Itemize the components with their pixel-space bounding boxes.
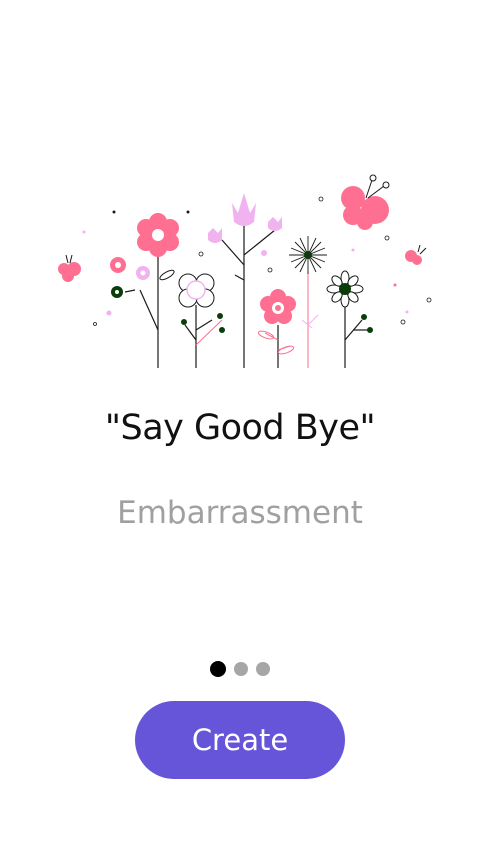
onboarding-headline: "Say Good Bye" xyxy=(104,408,376,448)
create-button[interactable]: Create xyxy=(135,701,345,779)
page-dot-1[interactable] xyxy=(210,661,226,677)
onboarding-subline: Embarrassment xyxy=(117,495,363,531)
page-dot-3[interactable] xyxy=(256,662,270,676)
page-dot-2[interactable] xyxy=(234,662,248,676)
flowers-butterflies-illustration xyxy=(58,174,432,368)
page-indicator xyxy=(0,661,480,677)
